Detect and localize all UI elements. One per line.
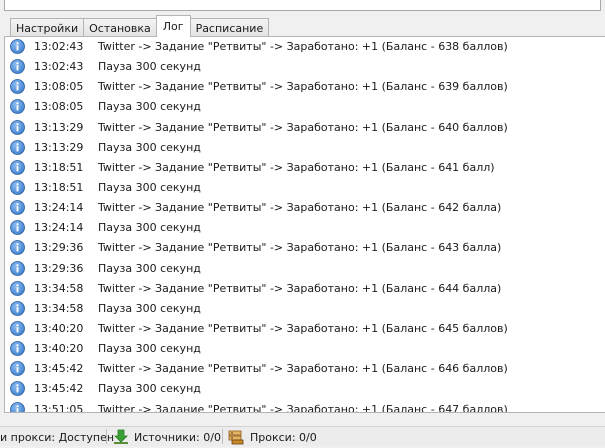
- info-icon: [10, 39, 25, 54]
- log-entry-message: Twitter -> Задание "Ретвиты" -> Заработа…: [98, 402, 508, 413]
- log-entry-time: 13:51:05: [34, 402, 84, 413]
- log-entry-time: 13:29:36: [34, 261, 84, 275]
- log-entry[interactable]: 13:29:36 Twitter -> Задание "Ретвиты" -> …: [5, 238, 605, 258]
- log-entry-message: Twitter -> Задание "Ретвиты" -> Заработа…: [98, 80, 508, 94]
- log-entry[interactable]: 13:34:58 Пауза 300 секунд: [5, 299, 605, 319]
- log-entry-message: Пауза 300 секунд: [98, 140, 201, 154]
- log-entry-time: 13:45:42: [34, 382, 84, 396]
- log-entry-message: Пауза 300 секунд: [98, 100, 201, 114]
- log-entry-message: Пауза 300 секунд: [98, 261, 201, 275]
- log-entry[interactable]: 13:18:51 Пауза 300 секунд: [5, 178, 605, 198]
- log-entry-message: Twitter -> Задание "Ретвиты" -> Заработа…: [98, 160, 495, 174]
- log-entry-time: 13:40:20: [34, 321, 84, 335]
- log-entry[interactable]: 13:45:42 Пауза 300 секунд: [5, 379, 605, 399]
- log-entry-message: Пауза 300 секунд: [98, 301, 201, 315]
- sources-count: Источники: 0/0: [134, 431, 221, 444]
- tab-stop[interactable]: Остановка: [83, 18, 157, 37]
- info-icon: [10, 361, 25, 377]
- info-icon: [10, 260, 25, 276]
- log-entry[interactable]: 13:40:20 Twitter -> Задание "Ретвиты" -> …: [5, 319, 605, 339]
- info-icon: [10, 300, 25, 316]
- log-entry-time: 13:18:51: [34, 160, 84, 174]
- log-list[interactable]: 13:02:43 Twitter -> Задание "Ретвиты" -> …: [4, 36, 605, 413]
- log-entry-time: 13:18:51: [34, 180, 84, 194]
- top-text-field[interactable]: [4, 0, 601, 11]
- log-entry[interactable]: 13:13:29 Пауза 300 секунд: [5, 138, 605, 158]
- log-entry-message: Пауза 300 секунд: [98, 342, 201, 356]
- log-entry[interactable]: 13:29:36 Пауза 300 секунд: [5, 259, 605, 279]
- log-entry-time: 13:13:29: [34, 140, 84, 154]
- log-entry-time: 13:08:05: [34, 80, 84, 94]
- log-entry[interactable]: 13:24:14 Пауза 300 секунд: [5, 218, 605, 238]
- log-entry-time: 13:24:14: [34, 221, 84, 235]
- log-entry-time: 13:24:14: [34, 201, 84, 215]
- info-icon: [10, 200, 25, 216]
- log-entry-message: Twitter -> Задание "Ретвиты" -> Заработа…: [98, 241, 502, 255]
- info-icon: [10, 139, 25, 155]
- log-entry-time: 13:13:29: [34, 120, 84, 134]
- log-entry[interactable]: 13:34:58 Twitter -> Задание "Ретвиты" -> …: [5, 279, 605, 299]
- info-icon: [10, 341, 25, 357]
- status-bar: и прокси: Доступен Источники: 0/0 Прокси…: [0, 426, 605, 446]
- info-icon: [10, 99, 25, 115]
- info-icon: [10, 79, 25, 95]
- info-icon: [10, 240, 25, 256]
- log-entry-message: Twitter -> Задание "Ретвиты" -> Заработа…: [98, 120, 508, 134]
- log-entry-message: Пауза 300 секунд: [98, 382, 201, 396]
- log-entry-message: Пауза 300 секунд: [98, 60, 201, 74]
- log-entry-time: 13:34:58: [34, 301, 84, 315]
- proxies-count: Прокси: 0/0: [250, 431, 317, 444]
- log-entry[interactable]: 13:51:05 Twitter -> Задание "Ретвиты" -> …: [5, 400, 605, 413]
- log-entry-time: 13:02:43: [34, 60, 84, 74]
- log-entry-time: 13:34:58: [34, 281, 84, 295]
- status-separator: [106, 429, 107, 444]
- info-icon: [10, 381, 25, 397]
- info-icon: [10, 401, 25, 412]
- info-icon: [10, 180, 25, 195]
- top-strip: [0, 0, 605, 14]
- log-entry-time: 13:02:43: [34, 40, 84, 53]
- log-entry-message: Twitter -> Задание "Ретвиты" -> Заработа…: [98, 321, 508, 335]
- log-entry[interactable]: 13:02:43 Пауза 300 секунд: [5, 57, 605, 77]
- log-entry-time: 13:29:36: [34, 241, 84, 255]
- info-icon: [10, 159, 25, 175]
- tab-log[interactable]: Лог: [155, 15, 191, 37]
- info-icon: [10, 321, 25, 336]
- proxy-check-status: и прокси: Доступен: [0, 431, 115, 444]
- log-entry[interactable]: 13:13:29 Twitter -> Задание "Ретвиты" -> …: [5, 118, 605, 138]
- tab-schedule[interactable]: Расписание: [189, 18, 270, 37]
- log-entry[interactable]: 13:08:05 Пауза 300 секунд: [5, 97, 605, 117]
- info-icon: [10, 119, 25, 135]
- info-icon: [10, 59, 25, 75]
- log-entry-message: Пауза 300 секунд: [98, 221, 201, 235]
- log-entry-message: Twitter -> Задание "Ретвиты" -> Заработа…: [98, 40, 508, 53]
- log-entry[interactable]: 13:08:05 Twitter -> Задание "Ретвиты" -> …: [5, 77, 605, 97]
- log-entry-message: Twitter -> Задание "Ретвиты" -> Заработа…: [98, 201, 502, 215]
- log-entry[interactable]: 13:24:14 Twitter -> Задание "Ретвиты" -> …: [5, 198, 605, 218]
- info-icon: [10, 220, 25, 236]
- log-entry-message: Twitter -> Задание "Ретвиты" -> Заработа…: [98, 281, 502, 295]
- log-entry-time: 13:45:42: [34, 362, 84, 376]
- info-icon: [10, 280, 25, 296]
- log-entry-time: 13:40:20: [34, 342, 84, 356]
- server-icon: [228, 429, 244, 445]
- log-entry[interactable]: 13:40:20 Пауза 300 секунд: [5, 339, 605, 359]
- download-arrow-icon: [113, 429, 129, 445]
- log-entry[interactable]: 13:02:43 Twitter -> Задание "Ретвиты" -> …: [5, 37, 605, 57]
- tab-bar: Настройки Остановка Лог Расписание: [10, 15, 270, 37]
- status-separator: [222, 429, 223, 444]
- log-entry-message: Пауза 300 секунд: [98, 180, 201, 194]
- log-entry-time: 13:08:05: [34, 100, 84, 114]
- log-entry-message: Twitter -> Задание "Ретвиты" -> Заработа…: [98, 362, 508, 376]
- log-entry[interactable]: 13:45:42 Twitter -> Задание "Ретвиты" -> …: [5, 359, 605, 379]
- tab-settings[interactable]: Настройки: [10, 18, 85, 37]
- log-entry[interactable]: 13:18:51 Twitter -> Задание "Ретвиты" -> …: [5, 158, 605, 178]
